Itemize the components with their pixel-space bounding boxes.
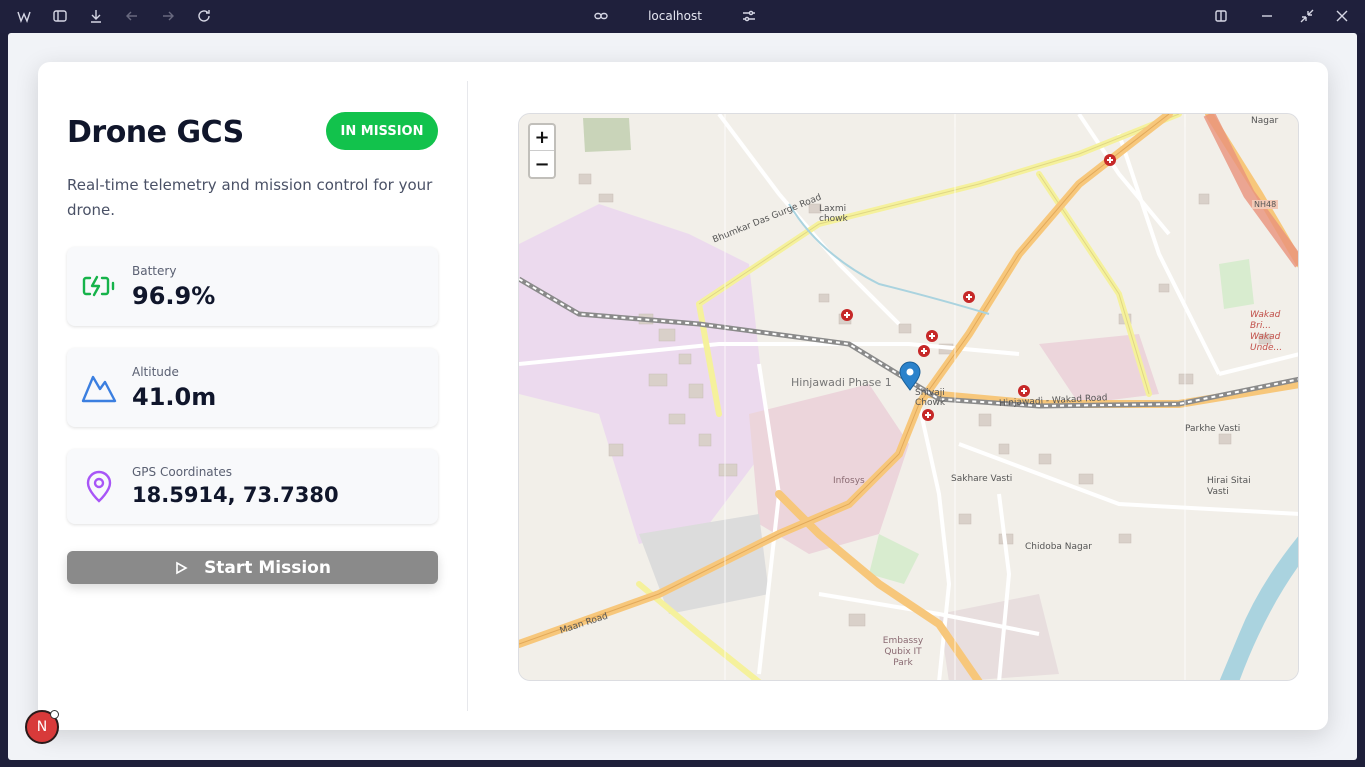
status-badge: IN MISSION [326,112,438,150]
map-label-sakhare-vasti: Sakhare Vasti [951,474,1013,484]
link-icon[interactable] [593,8,609,24]
altitude-label: Altitude [132,365,179,379]
map-label-shivaji-chowk: Shivaji Chowk [915,388,946,408]
map-label-wakad: Wakad Bri... Wakad Unde... [1250,310,1283,353]
browser-logo-icon[interactable] [16,8,32,24]
forward-arrow-icon[interactable] [160,8,176,24]
map-label-laxmi-chowk: Laxmi chowk [819,204,848,224]
battery-label: Battery [132,264,177,278]
battery-value: 96.9% [132,282,216,310]
page-viewport: Drone GCS IN MISSION Real-time telemetry… [8,33,1357,760]
gps-card: GPS Coordinates 18.5914, 73.7380 [67,449,438,524]
address-bar[interactable]: localhost [620,9,730,23]
map-label-hinjawadi: Hinjawadi Phase 1 [791,376,892,389]
download-icon[interactable] [88,8,104,24]
battery-card: Battery 96.9% [67,247,438,326]
zoom-out-button[interactable]: − [530,151,554,177]
minimize-icon[interactable] [1259,8,1275,24]
battery-charging-icon [81,268,117,304]
restore-icon[interactable] [1299,8,1315,24]
sidebar-toggle-icon[interactable] [52,8,68,24]
map-pin-icon [81,468,117,504]
zoom-in-button[interactable]: + [530,125,554,151]
page-title: Drone GCS [67,115,244,150]
map-view[interactable]: + − Hinjawadi Phase 1 Shivaji Chowk Hinj… [518,113,1299,681]
notification-dot [50,710,59,719]
browser-toolbar: localhost [0,0,1365,33]
split-view-icon[interactable] [1213,8,1229,24]
map-label-nh48: NH48 [1252,200,1279,209]
map-tiles [519,114,1298,680]
reload-icon[interactable] [196,8,212,24]
altitude-card: Altitude 41.0m [67,348,438,427]
gps-label: GPS Coordinates [132,465,233,479]
map-label-nagar: Nagar [1251,116,1279,126]
site-settings-icon[interactable] [741,8,757,24]
mountain-icon [81,369,117,405]
close-icon[interactable] [1334,8,1350,24]
start-mission-button[interactable]: Start Mission [67,551,438,584]
map-label-embassy: Embassy Qubix IT Park [882,636,924,668]
page-subtitle: Real-time telemetry and mission control … [67,176,433,219]
start-mission-label: Start Mission [204,557,331,578]
altitude-value: 41.0m [132,383,217,411]
play-icon [176,561,188,574]
zoom-control: + − [528,123,556,179]
gps-value: 18.5914, 73.7380 [132,483,339,507]
panel-divider [467,81,468,711]
map-label-chidoba-nagar: Chidoba Nagar [1025,542,1092,552]
map-label-hirai-sitai: Hirai Sitai Vasti [1207,476,1251,497]
back-arrow-icon[interactable] [124,8,140,24]
map-label-parkhe-vasti: Parkhe Vasti [1185,424,1241,434]
dashboard-card: Drone GCS IN MISSION Real-time telemetry… [38,62,1328,730]
map-label-infosys: Infosys [833,476,865,486]
